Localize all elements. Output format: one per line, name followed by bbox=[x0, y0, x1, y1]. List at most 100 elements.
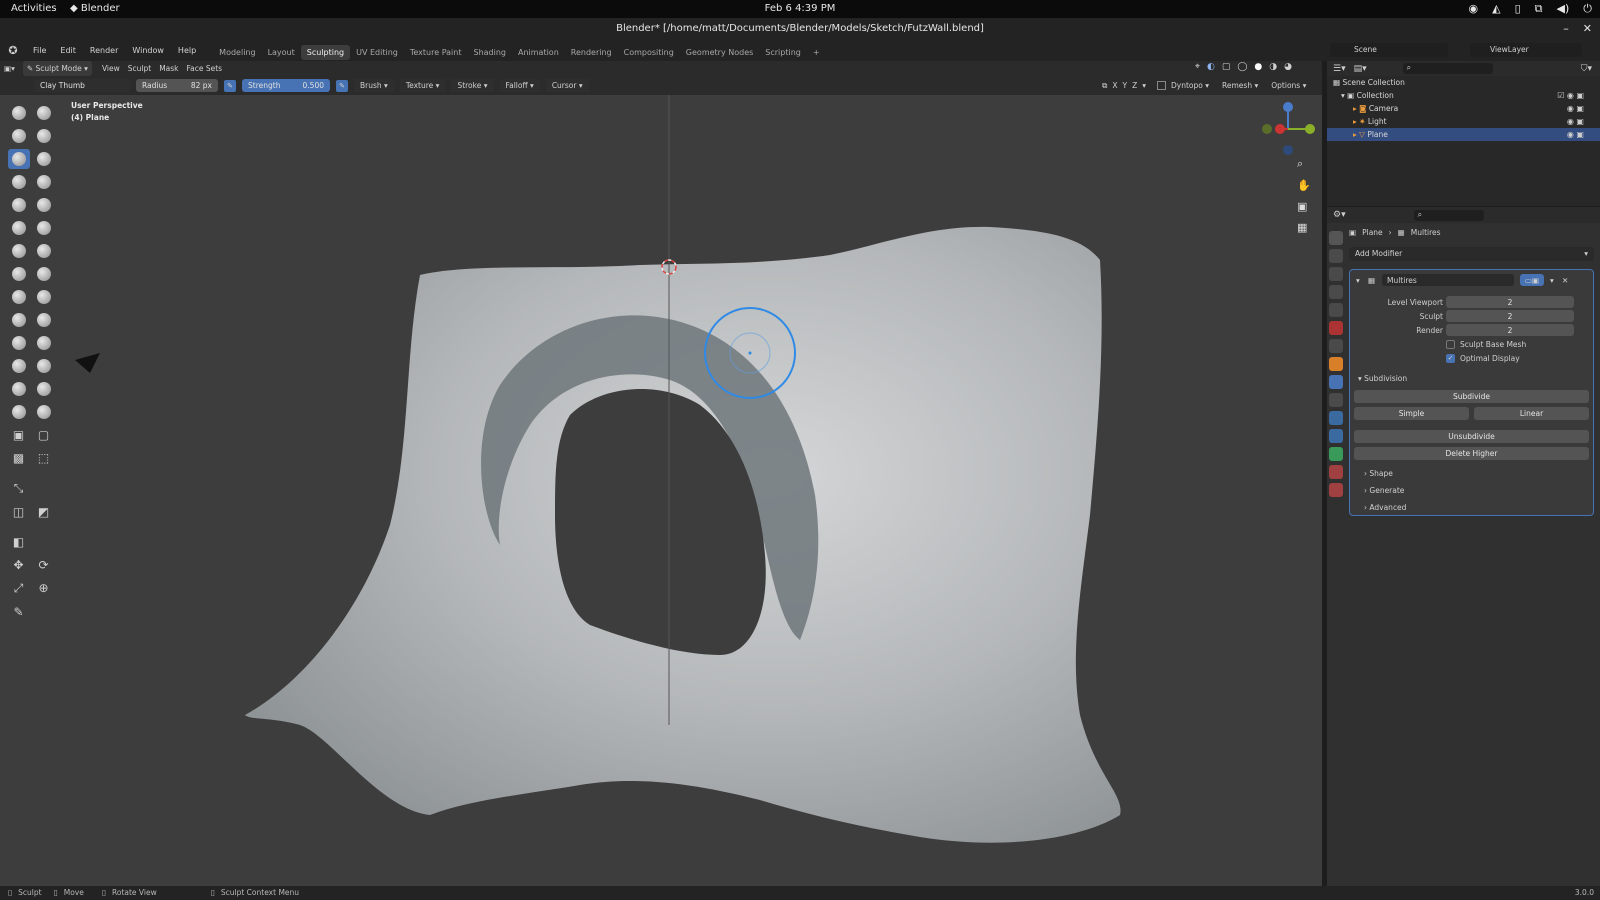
tab-scripting[interactable]: Scripting bbox=[759, 45, 807, 60]
navigation-gizmo[interactable] bbox=[1262, 102, 1315, 155]
rotate-brush-tool[interactable] bbox=[33, 333, 55, 353]
menu-edit[interactable]: Edit bbox=[53, 40, 83, 61]
linear-button[interactable]: Linear bbox=[1474, 407, 1589, 420]
world-tab-icon[interactable] bbox=[1329, 321, 1343, 335]
properties-editor-icon[interactable]: ⚙▾ bbox=[1333, 210, 1346, 220]
properties-search-input[interactable]: ⌕ bbox=[1413, 209, 1484, 221]
physics-tab-icon[interactable] bbox=[1329, 411, 1343, 425]
tab-shading[interactable]: Shading bbox=[467, 45, 512, 60]
snake-hook-tool[interactable] bbox=[33, 287, 55, 307]
elastic-deform-tool[interactable] bbox=[8, 287, 30, 307]
steam-icon[interactable]: ◉ bbox=[1469, 2, 1479, 16]
tab-layout[interactable]: Layout bbox=[262, 45, 301, 60]
material-tab-icon[interactable] bbox=[1329, 465, 1343, 479]
object-tab-icon[interactable] bbox=[1329, 357, 1343, 371]
blob-tool[interactable] bbox=[33, 172, 55, 192]
clipboard-icon[interactable]: ▯ bbox=[1515, 2, 1521, 16]
menu-window[interactable]: Window bbox=[125, 40, 171, 61]
draw-brush-tool[interactable] bbox=[8, 103, 30, 123]
system-tray[interactable]: ◉ ◭ ▯ ⧉ ◀) ⏻ bbox=[1469, 2, 1592, 16]
constraints-tab-icon[interactable] bbox=[1329, 429, 1343, 443]
optimal-display-checkbox[interactable]: ✓ bbox=[1446, 354, 1455, 363]
cloth-tool[interactable] bbox=[8, 379, 30, 399]
advanced-section-header[interactable]: › Advanced bbox=[1350, 501, 1593, 514]
simplify-tool[interactable] bbox=[33, 379, 55, 399]
transform-tool[interactable]: ⊕ bbox=[33, 578, 55, 598]
outliner-editor-icon[interactable]: ☰▾ bbox=[1333, 64, 1346, 74]
render-tab-icon[interactable] bbox=[1329, 249, 1343, 263]
slide-relax-tool[interactable] bbox=[8, 356, 30, 376]
menu-sculpt[interactable]: Sculpt bbox=[124, 61, 155, 76]
tab-uv-editing[interactable]: UV Editing bbox=[350, 45, 404, 60]
tab-animation[interactable]: Animation bbox=[512, 45, 565, 60]
line-project-tool[interactable]: ⤡ bbox=[8, 479, 30, 499]
unsubdivide-button[interactable]: Unsubdivide bbox=[1354, 430, 1589, 443]
menu-mask[interactable]: Mask bbox=[155, 61, 182, 76]
stroke-dropdown[interactable]: Stroke ▾ bbox=[451, 79, 494, 92]
layer-tool[interactable] bbox=[33, 149, 55, 169]
pose-tool[interactable] bbox=[33, 310, 55, 330]
generate-section-header[interactable]: › Generate bbox=[1350, 484, 1593, 497]
smooth-tool[interactable] bbox=[33, 195, 55, 215]
cursor-dropdown[interactable]: Cursor ▾ bbox=[545, 79, 589, 92]
box-mask-tool[interactable]: ▣ bbox=[8, 425, 30, 445]
data-tab-icon[interactable] bbox=[1329, 447, 1343, 461]
camera-view-icon[interactable]: ▣ bbox=[1297, 200, 1311, 213]
draw-face-sets-tool[interactable] bbox=[33, 402, 55, 422]
flatten-tool[interactable] bbox=[8, 218, 30, 238]
collection-visibility[interactable]: ☑ ◉ ▣ bbox=[1557, 89, 1584, 102]
clay-thumb-tool[interactable] bbox=[7, 148, 30, 169]
remove-modifier-icon[interactable]: ✕ bbox=[1562, 274, 1568, 287]
viewport-canvas[interactable] bbox=[0, 95, 1322, 886]
brush-dropdown[interactable]: Brush ▾ bbox=[354, 79, 394, 92]
editor-type-icon[interactable]: ▣▾ bbox=[0, 61, 19, 76]
symmetry-icon[interactable]: ⧉ bbox=[1102, 79, 1107, 92]
minimize-icon[interactable]: – bbox=[1563, 18, 1569, 40]
options-dropdown[interactable]: Options ▾ bbox=[1271, 79, 1306, 92]
boundary-tool[interactable] bbox=[33, 356, 55, 376]
symmetry-x-toggle[interactable]: X bbox=[1112, 79, 1117, 92]
optimal-display-row[interactable]: ✓ Optimal Display bbox=[1350, 352, 1593, 365]
move-tool[interactable]: ✥ bbox=[8, 555, 30, 575]
solid-shading-icon[interactable]: ● bbox=[1254, 62, 1262, 72]
box-face-set-tool[interactable]: ▩ bbox=[8, 448, 30, 468]
rendered-shading-icon[interactable]: ◕ bbox=[1284, 62, 1292, 72]
plane-visibility[interactable]: ◉ ▣ bbox=[1567, 128, 1584, 141]
view-layer-tab-icon[interactable] bbox=[1329, 285, 1343, 299]
fill-tool[interactable] bbox=[33, 218, 55, 238]
texture-dropdown[interactable]: Texture ▾ bbox=[399, 79, 446, 92]
dyntopo-dropdown[interactable]: Dyntopo ▾ bbox=[1171, 79, 1209, 92]
multiplane-scrape-tool[interactable] bbox=[33, 241, 55, 261]
brush-selector[interactable]: Clay Thumb bbox=[34, 79, 130, 92]
color-filter-tool[interactable]: ◧ bbox=[8, 532, 30, 552]
menu-render[interactable]: Render bbox=[83, 40, 125, 61]
light-visibility[interactable]: ◉ ▣ bbox=[1567, 115, 1584, 128]
overlay-icon[interactable]: ◐ bbox=[1207, 62, 1215, 72]
remesh-dropdown[interactable]: Remesh ▾ bbox=[1222, 79, 1258, 92]
modifier-name-field[interactable]: Multires bbox=[1382, 274, 1514, 286]
grab-tool[interactable] bbox=[33, 264, 55, 284]
inflate-tool[interactable] bbox=[8, 172, 30, 192]
outliner-collection[interactable]: ▾ ▣ Collection ☑ ◉ ▣ bbox=[1327, 89, 1600, 102]
nudge-tool[interactable] bbox=[8, 333, 30, 353]
wireframe-shading-icon[interactable]: ◯ bbox=[1237, 62, 1247, 72]
symmetry-z-toggle[interactable]: Z bbox=[1132, 79, 1137, 92]
scene-tab-icon[interactable] bbox=[1329, 303, 1343, 317]
display-mode-icon[interactable]: ▤▾ bbox=[1354, 64, 1367, 74]
mesh-filter-tool[interactable]: ◫ bbox=[8, 502, 30, 522]
clay-strips-tool[interactable] bbox=[33, 126, 55, 146]
outliner-scene-collection[interactable]: ▦ Scene Collection bbox=[1327, 76, 1600, 89]
material-shading-icon[interactable]: ◑ bbox=[1269, 62, 1277, 72]
clock[interactable]: Feb 6 4:39 PM bbox=[0, 3, 1600, 14]
delete-higher-button[interactable]: Delete Higher bbox=[1354, 447, 1589, 460]
xray-icon[interactable]: ▢ bbox=[1222, 62, 1231, 72]
sculpt-base-mesh-checkbox[interactable] bbox=[1446, 340, 1455, 349]
sculpt-base-mesh-row[interactable]: Sculpt Base Mesh bbox=[1350, 338, 1593, 351]
gizmo-icon[interactable]: ⌖ bbox=[1195, 62, 1200, 72]
radius-field[interactable]: Radius 82 px bbox=[136, 79, 218, 92]
collapse-modifier-icon[interactable]: ▾ bbox=[1356, 274, 1360, 287]
tab-texture-paint[interactable]: Texture Paint bbox=[404, 45, 468, 60]
outliner-item-light[interactable]: ▸ ✷ Light ◉ ▣ bbox=[1327, 115, 1600, 128]
blender-logo-icon[interactable]: ✪ bbox=[0, 44, 26, 57]
particles-tab-icon[interactable] bbox=[1329, 393, 1343, 407]
